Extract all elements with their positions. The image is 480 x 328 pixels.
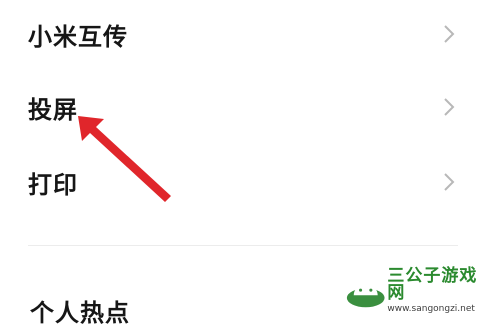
android-logo-icon <box>346 281 385 307</box>
red-pointer-arrow <box>78 116 171 202</box>
watermark-url: www.sangongzi.net <box>387 303 475 314</box>
site-watermark: 三公子游戏网 www.sangongzi.net <box>346 265 480 314</box>
watermark-title: 三公子游戏网 <box>387 265 478 303</box>
